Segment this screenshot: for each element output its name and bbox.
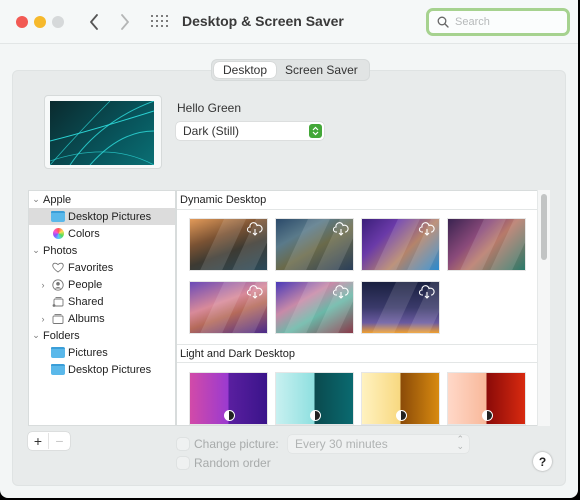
- chevron-down-icon[interactable]: ⌄: [31, 245, 41, 256]
- chevron-down-icon[interactable]: ⌄: [31, 194, 41, 205]
- light-dark-badge-icon: [309, 410, 321, 421]
- light-dark-badge-icon: [395, 410, 407, 421]
- sidebar-item-apple-desktop-pictures[interactable]: Desktop Pictures: [29, 208, 175, 225]
- download-cloud-icon: [247, 222, 263, 236]
- search-icon: [437, 16, 449, 28]
- appearance-select[interactable]: Dark (Still): [176, 122, 324, 140]
- thumbnail-hello-yellow[interactable]: [361, 372, 440, 425]
- wallpaper-gallery: Dynamic Desktop Light and Dark Desktop: [176, 190, 550, 426]
- show-all-grid-icon[interactable]: [151, 15, 169, 29]
- sidebar-item-people[interactable]: › People: [29, 276, 175, 293]
- gallery-scrollbar[interactable]: [537, 190, 550, 426]
- thumbnail-big-sur-coastline[interactable]: [189, 218, 268, 271]
- thumbnail-catalina[interactable]: [275, 218, 354, 271]
- appearance-select-value: Dark (Still): [183, 124, 239, 138]
- sidebar-item-pictures[interactable]: Pictures: [29, 344, 175, 361]
- person-icon: [51, 278, 65, 291]
- tab-screen-saver[interactable]: Screen Saver: [276, 62, 367, 78]
- preferences-window: Desktop & Screen Saver Desktop Screen Sa…: [0, 0, 578, 498]
- random-order-label: Random order: [194, 456, 271, 470]
- wallpaper-name: Hello Green: [177, 101, 242, 115]
- section-header-light-and-dark-desktop: Light and Dark Desktop: [177, 344, 539, 363]
- search-field[interactable]: [426, 8, 570, 36]
- thumbnail-hello-green[interactable]: [275, 372, 354, 425]
- sidebar-item-favorites[interactable]: Favorites: [29, 259, 175, 276]
- change-interval-select[interactable]: Every 30 minutes ⌃ ⌄: [288, 435, 469, 453]
- change-picture-label: Change picture:: [194, 437, 279, 451]
- thumbnail-big-sur-mountains[interactable]: [361, 218, 440, 271]
- zoom-window-button[interactable]: [52, 16, 64, 28]
- thumbnail-big-sur-dunes[interactable]: [189, 281, 268, 334]
- change-interval-value: Every 30 minutes: [295, 437, 388, 451]
- scrollbar-thumb[interactable]: [541, 194, 547, 260]
- forward-button[interactable]: [115, 10, 135, 34]
- chevron-right-icon[interactable]: ›: [38, 314, 48, 324]
- help-button[interactable]: ?: [533, 452, 552, 471]
- title-bar: Desktop & Screen Saver: [0, 0, 578, 44]
- close-window-button[interactable]: [16, 16, 28, 28]
- remove-folder-button[interactable]: −: [49, 433, 70, 449]
- sidebar-group-apple[interactable]: ⌄ Apple: [29, 191, 175, 208]
- sidebar-item-colors[interactable]: Colors: [29, 225, 175, 242]
- search-input[interactable]: [455, 16, 555, 28]
- sidebar-item-folders-desktop-pictures[interactable]: Desktop Pictures: [29, 361, 175, 378]
- minimize-window-button[interactable]: [34, 16, 46, 28]
- window-title: Desktop & Screen Saver: [182, 13, 344, 29]
- heart-icon: [51, 262, 65, 274]
- chevron-down-icon[interactable]: ⌄: [31, 330, 41, 341]
- chevron-right-icon: [121, 14, 129, 30]
- sidebar-item-albums[interactable]: › Albums: [29, 310, 175, 327]
- tab-desktop[interactable]: Desktop: [214, 62, 277, 78]
- sidebar-item-shared[interactable]: Shared: [29, 293, 175, 310]
- color-wheel-icon: [51, 228, 65, 240]
- albums-icon: [51, 313, 65, 325]
- thumbnail-gradient-sunset[interactable]: [361, 281, 440, 334]
- folder-icon: [51, 211, 65, 223]
- thumbnail-big-sur-valley[interactable]: [447, 218, 526, 271]
- chevron-right-icon[interactable]: ›: [38, 280, 48, 290]
- sidebar-group-photos[interactable]: ⌄ Photos: [29, 242, 175, 259]
- chevron-left-icon: [90, 14, 98, 30]
- select-stepper-icon: [309, 124, 322, 138]
- thumbnail-big-sur-beach[interactable]: [275, 281, 354, 334]
- source-list: ⌄ Apple Desktop Pictures Colors ⌄ Photos…: [28, 190, 176, 426]
- download-cloud-icon: [333, 285, 349, 299]
- chevron-up-down-icon: ⌃ ⌄: [456, 434, 464, 451]
- download-cloud-icon: [333, 222, 349, 236]
- back-button[interactable]: [84, 10, 104, 34]
- thumbnail-monterey[interactable]: [189, 372, 268, 425]
- change-picture-checkbox[interactable]: [177, 438, 189, 450]
- folder-icon: [51, 364, 65, 376]
- tab-bar: Desktop Screen Saver: [211, 59, 370, 81]
- shared-album-icon: [51, 296, 65, 308]
- add-remove-control: + −: [28, 432, 70, 450]
- section-header-dynamic-desktop: Dynamic Desktop: [177, 191, 539, 210]
- light-dark-badge-icon: [481, 410, 493, 421]
- download-cloud-icon: [247, 285, 263, 299]
- wallpaper-preview-image: [50, 101, 154, 165]
- random-order-checkbox[interactable]: [177, 457, 189, 469]
- wallpaper-preview: [44, 95, 162, 169]
- download-cloud-icon: [419, 285, 435, 299]
- download-cloud-icon: [419, 222, 435, 236]
- sidebar-group-folders[interactable]: ⌄ Folders: [29, 327, 175, 344]
- folder-icon: [51, 347, 65, 359]
- add-folder-button[interactable]: +: [28, 433, 49, 449]
- light-dark-badge-icon: [223, 410, 235, 421]
- thumbnail-hello-orange[interactable]: [447, 372, 526, 425]
